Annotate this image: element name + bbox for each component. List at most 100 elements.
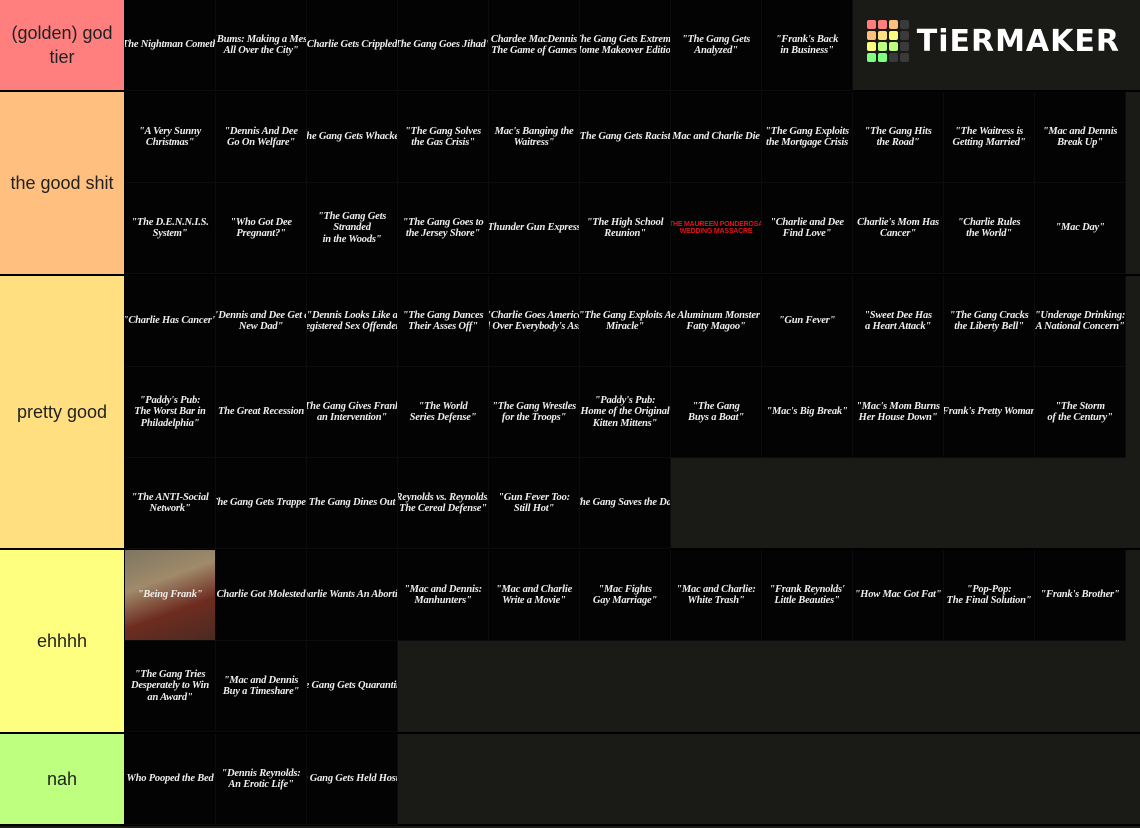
tier-item[interactable]: "The Gang Tries Desperately to Win an Aw… [125, 641, 216, 732]
item-title: The Gang Gets Extreme Home Makeover Edit… [580, 33, 671, 56]
tier-item[interactable]: "The Waitress is Getting Married" [944, 92, 1035, 183]
tier-item[interactable]: "A Very Sunny Christmas" [125, 92, 216, 183]
tier-item[interactable]: "The Gang Wrestles for the Troops" [489, 367, 580, 458]
tier-item[interactable]: "Gun Fever Too: Still Hot" [489, 458, 580, 549]
item-title: THE MAUREEN PONDEROSA WEDDING MASSACRE [671, 220, 762, 235]
tier-item[interactable]: "Frank's Back in Business" [762, 0, 853, 91]
tier-item[interactable]: "Charlie Has Cancer" [125, 276, 216, 367]
tier-item[interactable]: Mac and Charlie Die [671, 92, 762, 183]
tier-item[interactable]: Charlie Gets Crippled [307, 0, 398, 91]
tier-item[interactable]: Mac's Banging the Waitress" [489, 92, 580, 183]
tier-item[interactable]: "Mac and Dennis: Manhunters" [398, 550, 489, 641]
tier-item[interactable]: The Gang Gets Racist [580, 92, 671, 183]
tier-item[interactable]: Chardee MacDennis The Game of Games [489, 0, 580, 91]
item-title: "The Gang Gets Analyzed" [681, 33, 751, 56]
tier-item[interactable]: "The Gang Goes to the Jersey Shore" [398, 183, 489, 274]
tier-item[interactable]: "Mac's Big Break" [762, 367, 853, 458]
tier-item[interactable]: Charlie's Mom Has Cancer" [853, 183, 944, 274]
tier-item[interactable]: "Mac and Dennis Buy a Timeshare" [216, 641, 307, 732]
tier-row: (golden) god tierThe Nightman Cometh"Bum… [0, 0, 1140, 92]
tier-label[interactable]: the good shit [0, 92, 125, 274]
tier-item[interactable]: "The D.E.N.N.I.S. System" [125, 183, 216, 274]
tier-item[interactable]: "The Gang Gets Stranded in the Woods" [307, 183, 398, 274]
tier-item[interactable]: "Dennis and Dee Get a New Dad" [216, 276, 307, 367]
tier-item[interactable]: Charlie Wants An Abortion [307, 550, 398, 641]
tier-item[interactable]: "How Mac Got Fat" [853, 550, 944, 641]
tier-item[interactable]: "The Gang Gets Analyzed" [671, 0, 762, 91]
tier-label[interactable]: ehhhh [0, 550, 125, 732]
item-title: "Paddy's Pub: Home of the Original Kitte… [580, 395, 670, 429]
tier-item[interactable]: "Dennis Looks Like a Registered Sex Offe… [307, 276, 398, 367]
item-title: "Sweet Dee Has a Heart Attack" [864, 309, 932, 332]
tier-item[interactable]: "Mac and Charlie Write a Movie" [489, 550, 580, 641]
tier-list: (golden) god tierThe Nightman Cometh"Bum… [0, 0, 1140, 826]
item-title: "How Mac Got Fat" [854, 589, 942, 601]
tier-label[interactable]: pretty good [0, 276, 125, 548]
tier-item[interactable]: The Great Recession [216, 367, 307, 458]
tier-item[interactable]: "Gun Fever" [762, 276, 853, 367]
tier-item[interactable]: "Charlie Got Molested" [216, 550, 307, 641]
tier-row: the good shit "A Very Sunny Christmas" "De… [0, 92, 1140, 276]
tier-item[interactable]: "Frank's Brother" [1035, 550, 1126, 641]
tier-item[interactable]: "Charlie Goes America All Over Everybody… [489, 276, 580, 367]
tier-item[interactable]: "Being Frank" [125, 550, 216, 641]
tier-label[interactable]: nah [0, 734, 125, 824]
tier-item[interactable]: The Gang Gets Whacked [307, 92, 398, 183]
tier-item[interactable]: The Gang Gets Extreme Home Makeover Edit… [580, 0, 671, 91]
item-title: "The Storm of the Century" [1047, 400, 1113, 423]
item-title: Mac's Banging the Waitress" [494, 125, 574, 148]
tier-item[interactable]: "Pop-Pop: The Final Solution" [944, 550, 1035, 641]
tier-item[interactable]: "Mac Day" [1035, 183, 1126, 274]
item-title: "Bums: Making a Mess All Over the City" [216, 33, 307, 56]
tier-item[interactable]: Reynolds vs. Reynolds: The Cereal Defens… [398, 458, 489, 549]
item-title: "The Gang Hits the Road" [864, 125, 932, 148]
tier-item[interactable]: "The World Series Defense" [398, 367, 489, 458]
tier-item[interactable]: The Gang Dines Out [307, 458, 398, 549]
tier-item[interactable]: Frank's Pretty Woman [944, 367, 1035, 458]
tier-item[interactable]: "Paddy's Pub: Home of the Original Kitte… [580, 367, 671, 458]
tier-item[interactable]: The Nightman Cometh [125, 0, 216, 91]
tier-item[interactable]: "The ANTI-Social Network" [125, 458, 216, 549]
tier-item[interactable]: "The Gang Exploits A Miracle" [580, 276, 671, 367]
tier-item[interactable]: The Gang Goes Jihad" [398, 0, 489, 91]
tier-item[interactable]: "The Gang Buys a Boat" [671, 367, 762, 458]
tier-item[interactable]: Who Pooped the Bed [125, 734, 216, 825]
tier-item[interactable]: "Frank Reynolds' Little Beauties" [762, 550, 853, 641]
tier-item[interactable]: "Sweet Dee Has a Heart Attack" [853, 276, 944, 367]
tier-item[interactable]: The Gang Saves the Day [580, 458, 671, 549]
tier-item[interactable]: "Bums: Making a Mess All Over the City" [216, 0, 307, 91]
tier-item[interactable]: "Dennis And Dee Go On Welfare" [216, 92, 307, 183]
tier-item[interactable]: The Gang Gets Quarantined [307, 641, 398, 732]
item-title: "Paddy's Pub: The Worst Bar in Philadelp… [134, 395, 206, 429]
tier-item[interactable]: "Mac and Charlie: White Trash" [671, 550, 762, 641]
tier-item[interactable]: The Gang Gives Frank an Intervention" [307, 367, 398, 458]
tier-item[interactable]: "The Gang Dances Their Asses Off" [398, 276, 489, 367]
tier-item[interactable]: "The High School Reunion" [580, 183, 671, 274]
item-title: "The Waitress is Getting Married" [952, 125, 1026, 148]
item-title: "Mac's Big Break" [766, 406, 848, 418]
tier-label[interactable]: (golden) god tier [0, 0, 125, 90]
tier-item[interactable]: "Underage Drinking: A National Concern" [1035, 276, 1126, 367]
tier-item[interactable]: "Mac's Mom Burns Her House Down" [853, 367, 944, 458]
tier-row: ehhhh "Being Frank" "Charlie Got Molested"… [0, 550, 1140, 734]
tier-item[interactable]: "Charlie Rules the World" [944, 183, 1035, 274]
tier-item[interactable]: The Gang Gets Held Hostage [307, 734, 398, 825]
tiermaker-logo: TiERMAKER [866, 20, 1120, 62]
tier-item[interactable]: "Mac and Dennis Break Up" [1035, 92, 1126, 183]
tier-item[interactable]: "Dennis Reynolds: An Erotic Life" [216, 734, 307, 825]
tier-item[interactable]: "The Gang Solves the Gas Crisis" [398, 92, 489, 183]
tier-item[interactable]: "Who Got Dee Pregnant?" [216, 183, 307, 274]
tier-item[interactable]: "Mac Fights Gay Marriage" [580, 550, 671, 641]
tier-item[interactable]: The Gang Gets Trapped [216, 458, 307, 549]
tier-item[interactable]: "Paddy's Pub: The Worst Bar in Philadelp… [125, 367, 216, 458]
tier-item[interactable]: Thunder Gun Express [489, 183, 580, 274]
tier-item[interactable]: "The Gang Exploits the Mortgage Crisis [762, 92, 853, 183]
tier-item[interactable]: "Charlie and Dee Find Love" [762, 183, 853, 274]
tier-item[interactable]: The Aluminum Monster vs. Fatty Magoo" [671, 276, 762, 367]
item-title: "The Gang Buys a Boat" [688, 400, 744, 423]
tier-item[interactable]: "The Gang Cracks the Liberty Bell" [944, 276, 1035, 367]
item-title: "Mac Day" [1055, 222, 1105, 234]
tier-item[interactable]: THE MAUREEN PONDEROSA WEDDING MASSACRE [671, 183, 762, 274]
tier-item[interactable]: "The Storm of the Century" [1035, 367, 1126, 458]
tier-item[interactable]: "The Gang Hits the Road" [853, 92, 944, 183]
